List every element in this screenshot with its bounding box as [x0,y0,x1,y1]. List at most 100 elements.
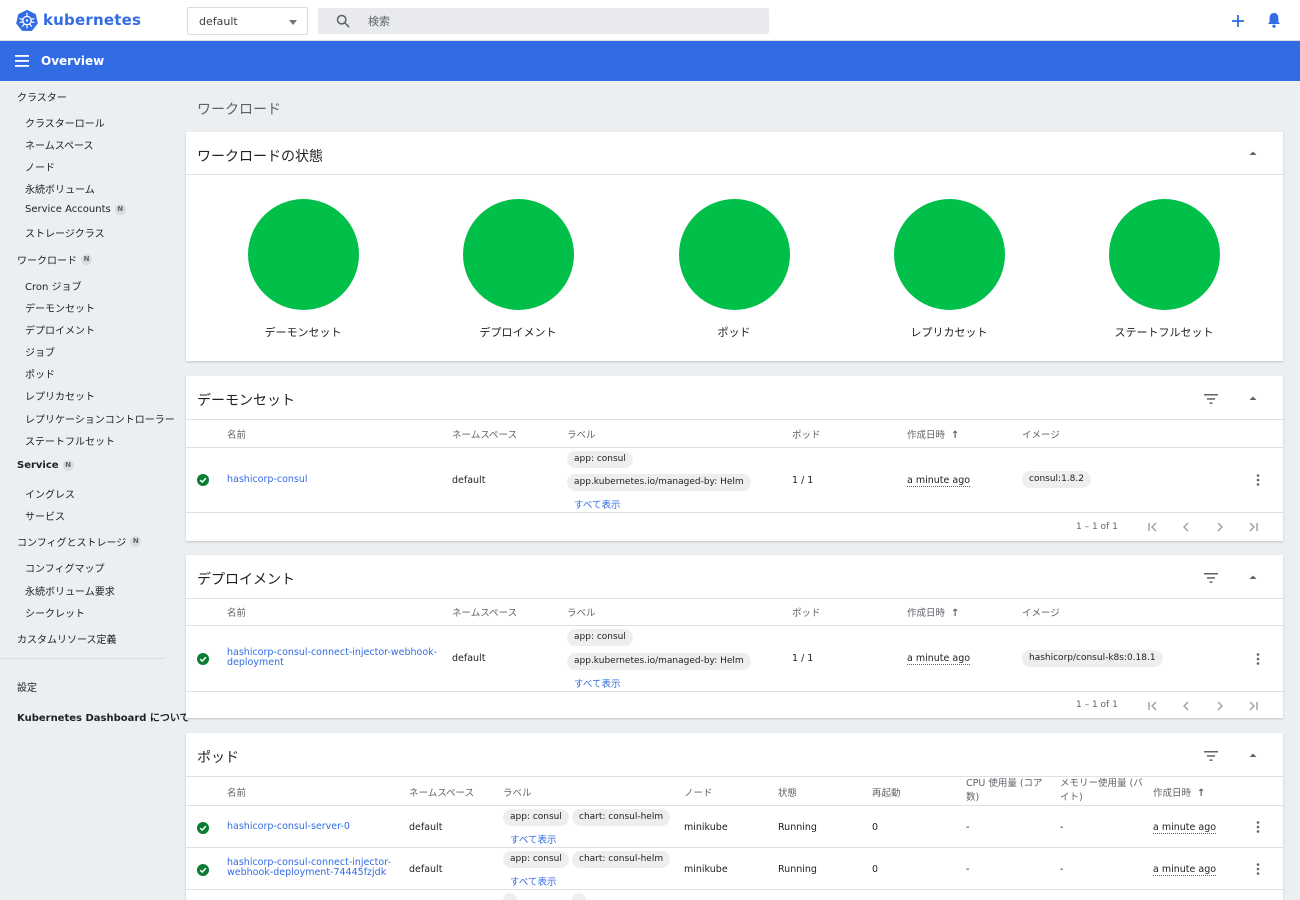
label-chip: app: consul [503,809,569,826]
daemonsets-status-chart[interactable] [248,199,359,310]
deployment-name-link[interactable]: hashicorp-consul-connect-injector-webhoo… [227,648,437,668]
sidebar-item-persistent-volume-claims[interactable]: 永続ボリューム要求 [25,583,115,598]
sidebar-item-secrets[interactable]: シークレット [25,605,85,620]
check-circle-icon [197,822,209,834]
cpu-cell: - [966,864,970,875]
column-header-created[interactable]: 作成日時 ↑ [907,427,959,441]
sidebar-item-about[interactable]: Kubernetes Dashboard について [17,709,190,724]
pagination-range: 1 – 1 of 1 [1076,700,1118,710]
sidebar-item-pods[interactable]: ポッド [25,366,55,381]
search-input[interactable] [368,12,748,30]
sidebar-section-workloads[interactable]: ワークロード N [17,252,92,267]
kubernetes-logo[interactable]: kubernetes [16,9,141,31]
pods-status-chart[interactable] [679,199,790,310]
daemonsets-card: デーモンセット 名前 ネームスペース ラベル ポッド 作成日時 ↑ イメージ ha… [186,376,1283,541]
sidebar-item-nodes[interactable]: ノード [25,159,55,174]
memory-cell: - [1060,822,1064,833]
statefulsets-status-chart[interactable] [1109,199,1220,310]
show-all-labels-link[interactable]: すべて表示 [574,676,620,690]
next-page-icon[interactable] [1214,521,1226,533]
divider [186,847,1283,848]
column-header-name[interactable]: 名前 [227,785,246,799]
sort-arrow-up-icon: ↑ [951,608,960,619]
restarts-cell: 0 [872,864,879,875]
sidebar-item-stateful-sets[interactable]: ステートフルセット [25,433,115,448]
chevron-up-icon[interactable] [1247,571,1259,583]
last-page-icon[interactable] [1247,700,1259,712]
show-all-labels-link[interactable]: すべて表示 [510,874,556,888]
more-vert-icon[interactable] [1256,653,1260,665]
chevron-down-icon [289,20,297,25]
search-bar[interactable] [318,8,769,34]
sidebar-section-service[interactable]: Service N [17,460,74,471]
sidebar-item-cluster-roles[interactable]: クラスターロール [25,115,105,130]
filter-icon[interactable] [1204,393,1218,405]
menu-icon[interactable] [15,54,31,68]
previous-page-icon[interactable] [1180,700,1192,712]
chevron-up-icon[interactable] [1247,147,1259,159]
namespace-select[interactable]: default [187,7,308,35]
sidebar-item-ingresses[interactable]: イングレス [25,486,75,501]
sidebar-section-cluster[interactable]: クラスター [17,89,67,104]
deployments-status-label[interactable]: デプロイメント [438,324,598,340]
column-header-labels: ラベル [503,788,532,799]
daemonset-name-link[interactable]: hashicorp-consul [227,475,308,485]
sidebar-item-storage-classes[interactable]: ストレージクラス [25,225,105,240]
filter-icon[interactable] [1204,572,1218,584]
show-all-labels-link[interactable]: すべて表示 [510,832,556,846]
sidebar-section-config-storage[interactable]: コンフィグとストレージ N [17,534,142,549]
column-header-name[interactable]: 名前 [227,427,246,441]
chevron-up-icon[interactable] [1247,749,1259,761]
sidebar-item-settings[interactable]: 設定 [17,679,37,694]
sidebar-item-namespaces[interactable]: ネームスペース [25,137,94,152]
first-page-icon[interactable] [1147,521,1159,533]
first-page-icon[interactable] [1147,700,1159,712]
pod-name-link[interactable]: hashicorp-consul-connect-injector-webhoo… [227,858,391,878]
more-vert-icon[interactable] [1256,821,1260,833]
statefulsets-status-label[interactable]: ステートフルセット [1084,324,1244,340]
sidebar-item-services[interactable]: サービス [25,508,65,523]
divider [186,512,1283,513]
replicasets-status-label[interactable]: レプリカセット [869,324,1029,340]
show-all-labels-link[interactable]: すべて表示 [574,497,620,511]
pod-name-link[interactable]: hashicorp-consul-server-0 [227,822,350,832]
column-header-pods: ポッド [792,608,821,619]
search-icon [336,14,350,28]
label-chip: chart: consul-helm [572,809,671,826]
sidebar-item-config-maps[interactable]: コンフィグマップ [25,560,105,575]
previous-page-icon[interactable] [1180,521,1192,533]
sidebar-section-crd[interactable]: カスタムリソース定義 [17,631,117,646]
sidebar-item-persistent-volumes[interactable]: 永続ボリューム [25,181,95,196]
notifications-bell-icon[interactable] [1265,11,1283,29]
daemonsets-status-label[interactable]: デーモンセット [223,324,383,340]
sidebar-item-jobs[interactable]: ジョブ [25,344,55,359]
namespace-cell: default [409,864,443,875]
column-header-created[interactable]: 作成日時 ↑ [1153,785,1205,799]
column-header-name[interactable]: 名前 [227,605,246,619]
next-page-icon[interactable] [1214,700,1226,712]
namespaced-badge: N [114,204,126,215]
more-vert-icon[interactable] [1256,474,1260,486]
more-vert-icon[interactable] [1256,863,1260,875]
card-title: ワークロードの状態 [197,149,323,165]
sidebar-item-replica-sets[interactable]: レプリカセット [25,388,95,403]
sidebar-item-cron-jobs[interactable]: Cron ジョブ [25,278,82,293]
sidebar-item-deployments[interactable]: デプロイメント [25,322,95,337]
sidebar-item-daemon-sets[interactable]: デーモンセット [25,300,95,315]
chevron-up-icon[interactable] [1247,392,1259,404]
sidebar-section-label: コンフィグとストレージ [17,538,127,549]
sidebar-item-replication-controllers[interactable]: レプリケーションコントローラー [25,411,175,426]
label-chip: app.kubernetes.io/managed-by: Helm [567,653,751,670]
column-header-images: イメージ [1022,608,1060,619]
column-header-cpu-line2: 数) [966,792,980,803]
column-header-created[interactable]: 作成日時 ↑ [907,605,959,619]
sidebar-item-service-accounts[interactable]: Service Accounts N [25,204,126,215]
create-plus-icon[interactable] [1229,12,1247,30]
app-name: kubernetes [43,11,142,29]
pods-status-label[interactable]: ポッド [654,324,814,340]
deployments-status-chart[interactable] [463,199,574,310]
last-page-icon[interactable] [1247,521,1259,533]
filter-icon[interactable] [1204,750,1218,762]
check-circle-icon [197,864,209,876]
replicasets-status-chart[interactable] [894,199,1005,310]
